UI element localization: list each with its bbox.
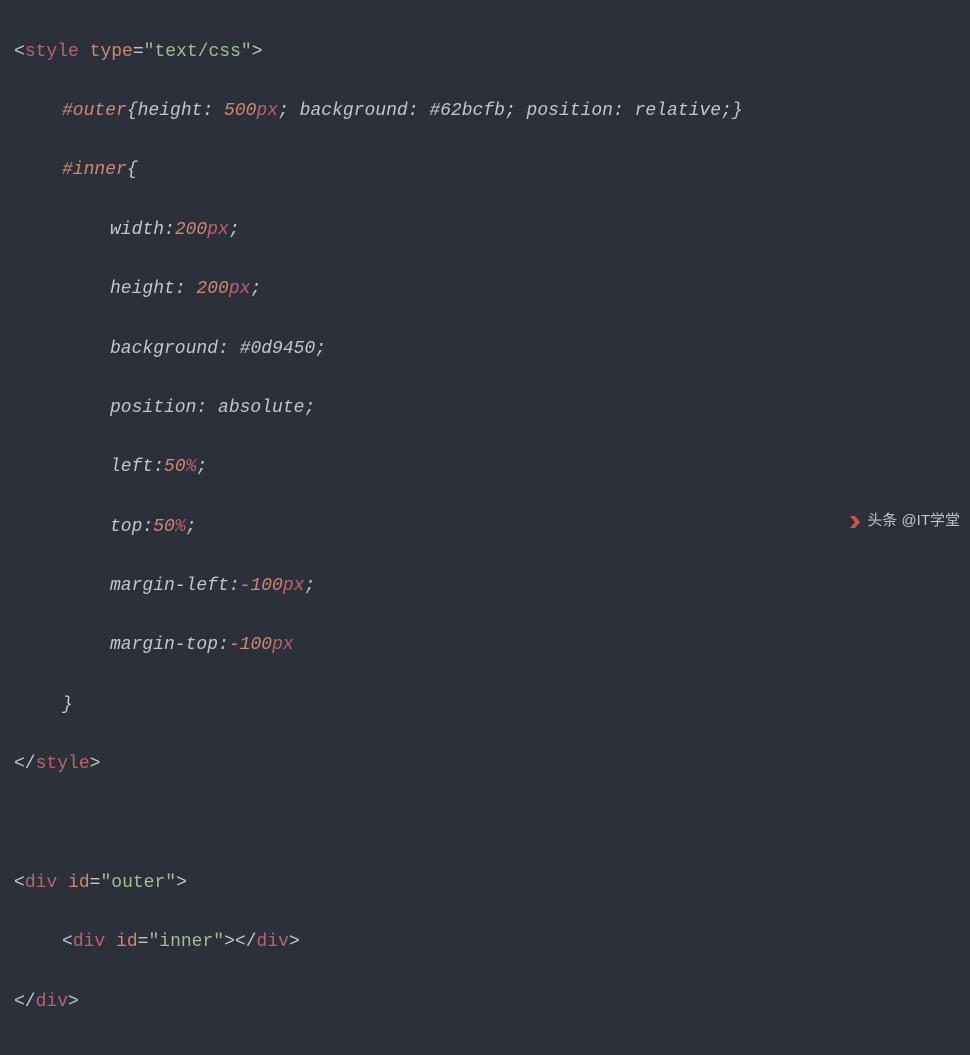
code-line: #outer{height: 500px; background: #62bcf… [14,97,956,127]
code-line: left:50%; [14,453,956,483]
code-line: <div id="inner"></div> [14,928,956,958]
code-line: #inner{ [14,156,956,186]
watermark-text: 头条 @IT学堂 [867,509,960,534]
code-line-blank [14,810,956,840]
code-line: width:200px; [14,216,956,246]
code-line: height: 200px; [14,275,956,305]
code-line: background: #0d9450; [14,335,956,365]
code-line: <div id="outer"> [14,869,956,899]
code-block: <style type="text/css"> #outer{height: 5… [0,0,970,1055]
code-line: } [14,691,956,721]
code-line: position: absolute; [14,394,956,424]
watermark-icon [847,514,863,530]
code-line: top:50%; [14,513,956,543]
code-line: margin-left:-100px; [14,572,956,602]
code-line: </div> [14,988,956,1018]
code-line: margin-top:-100px [14,631,956,661]
code-line: </style> [14,750,956,780]
code-line: <style type="text/css"> [14,38,956,68]
watermark: 头条 @IT学堂 [847,509,960,534]
